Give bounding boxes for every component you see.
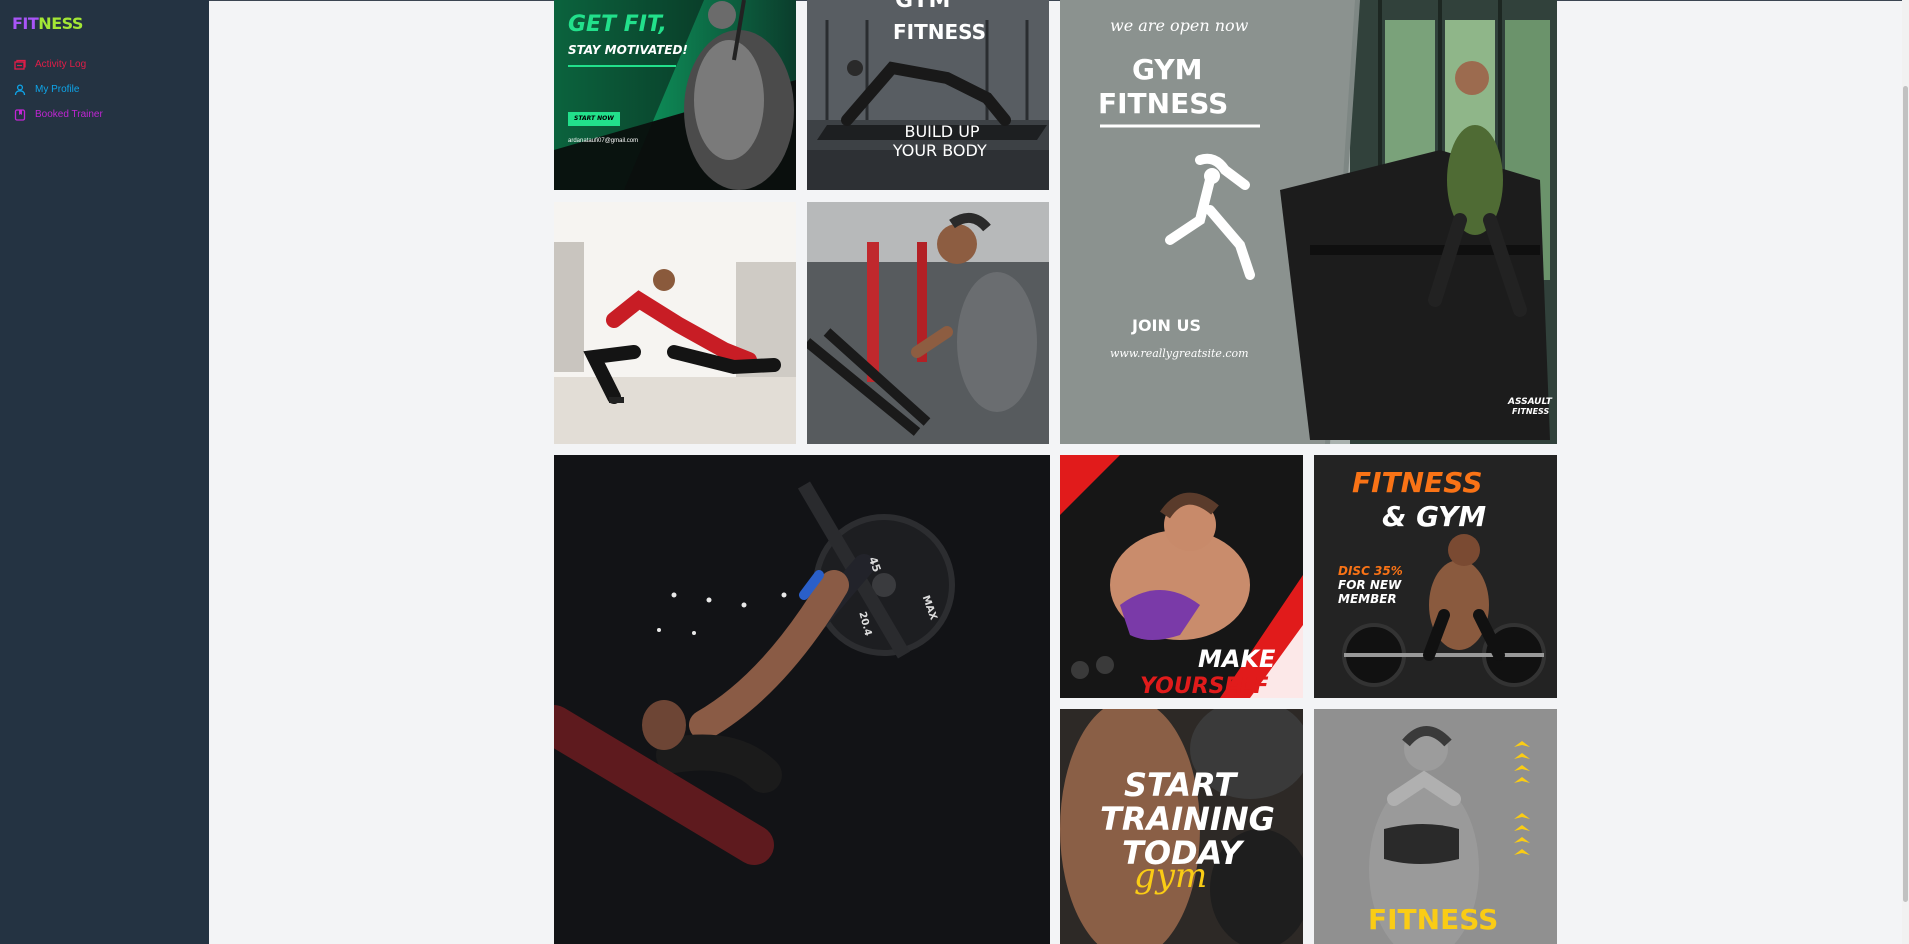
sidebar: FITNESS Activity Log My Profile Booked T… [0, 0, 209, 944]
poster-member: MEMBER [1338, 592, 1397, 606]
photo-art [807, 202, 1049, 444]
activity-log-icon [14, 59, 26, 70]
gallery-tile-fitness-gym[interactable]: FITNESS & GYM DISC 35% FOR NEW MEMBER [1314, 455, 1557, 698]
poster-title-fitness: FITNESS [893, 20, 987, 44]
logo-part-ness: NESS [38, 14, 83, 33]
poster-yourself: YOURSELF [1140, 674, 1269, 698]
gallery-tile-treadmill[interactable] [807, 202, 1049, 444]
poster-email: ardanataufi07@gmail.com [568, 138, 639, 144]
poster-join-us: JOIN US [1132, 316, 1201, 335]
gallery-tile-join-us[interactable]: we are open now GYM FITNESS JOIN US www.… [1060, 0, 1557, 444]
treadmill-brand: ASSAULT [1508, 397, 1552, 407]
poster-headline: GET FIT, [568, 12, 667, 37]
poster-training: TRAINING [1100, 800, 1275, 838]
gallery-tile-leg-press[interactable]: 45 20.4 MAX [554, 455, 1050, 944]
poster-fitness-label: FITNESS [1368, 903, 1499, 936]
top-divider [209, 0, 1909, 1]
gallery-tile-fitness[interactable]: FITNESS [1314, 709, 1557, 944]
poster-title-gym: GYM [1132, 53, 1203, 86]
sidebar-item-activity-log[interactable]: Activity Log [14, 52, 103, 77]
poster-fitness: FITNESS [1352, 466, 1483, 499]
poster-subheadline: STAY MOTIVATED! [568, 43, 688, 57]
photo-art [554, 202, 796, 444]
gallery-tile-stretching[interactable] [554, 202, 796, 444]
poster-title-fitness: FITNESS [1098, 87, 1229, 120]
poster-build-up: BUILD UP [904, 122, 980, 141]
sidebar-item-label: My Profile [35, 84, 80, 95]
poster-make: MAKE [1198, 645, 1276, 673]
treadmill-brand-sub: FITNESS [1512, 407, 1550, 416]
app-logo[interactable]: FITNESS [12, 14, 83, 33]
poster-discount: DISC 35% [1338, 564, 1403, 578]
user-icon [14, 83, 26, 95]
poster-website: www.reallygreatsite.com [1110, 347, 1249, 360]
scrollbar-thumb[interactable] [1903, 86, 1908, 902]
poster-gym-script: gym [1134, 856, 1208, 896]
gallery-tile-build-up[interactable]: GYM FITNESS BUILD UP YOUR BODY [807, 0, 1049, 190]
sidebar-nav: Activity Log My Profile Booked Trainer [14, 52, 103, 127]
poster-start-button: START NOW [568, 112, 620, 126]
sidebar-item-my-profile[interactable]: My Profile [14, 77, 103, 102]
sidebar-item-booked-trainer[interactable]: Booked Trainer [14, 102, 103, 127]
sidebar-item-label: Booked Trainer [35, 109, 103, 120]
bookmark-icon [14, 108, 26, 121]
gallery-tile-make-yourself[interactable]: MAKE YOURSELF [1060, 455, 1303, 698]
gallery-tile-get-fit[interactable]: GET FIT, STAY MOTIVATED! START NOW ardan… [554, 0, 796, 190]
poster-and-gym: & GYM [1382, 500, 1487, 533]
logo-part-fit: FIT [12, 14, 39, 33]
photo-art [554, 455, 1050, 944]
gallery-tile-start-training[interactable]: START TRAINING TODAY gym [1060, 709, 1303, 944]
poster-for-new: FOR NEW [1338, 578, 1402, 592]
poster-your-body: YOUR BODY [892, 141, 987, 160]
poster-title-gym: GYM [895, 0, 951, 13]
sidebar-item-label: Activity Log [35, 59, 87, 70]
vertical-scrollbar[interactable] [1902, 0, 1909, 944]
poster-open-now: we are open now [1110, 16, 1249, 35]
poster-start: START [1124, 766, 1237, 804]
